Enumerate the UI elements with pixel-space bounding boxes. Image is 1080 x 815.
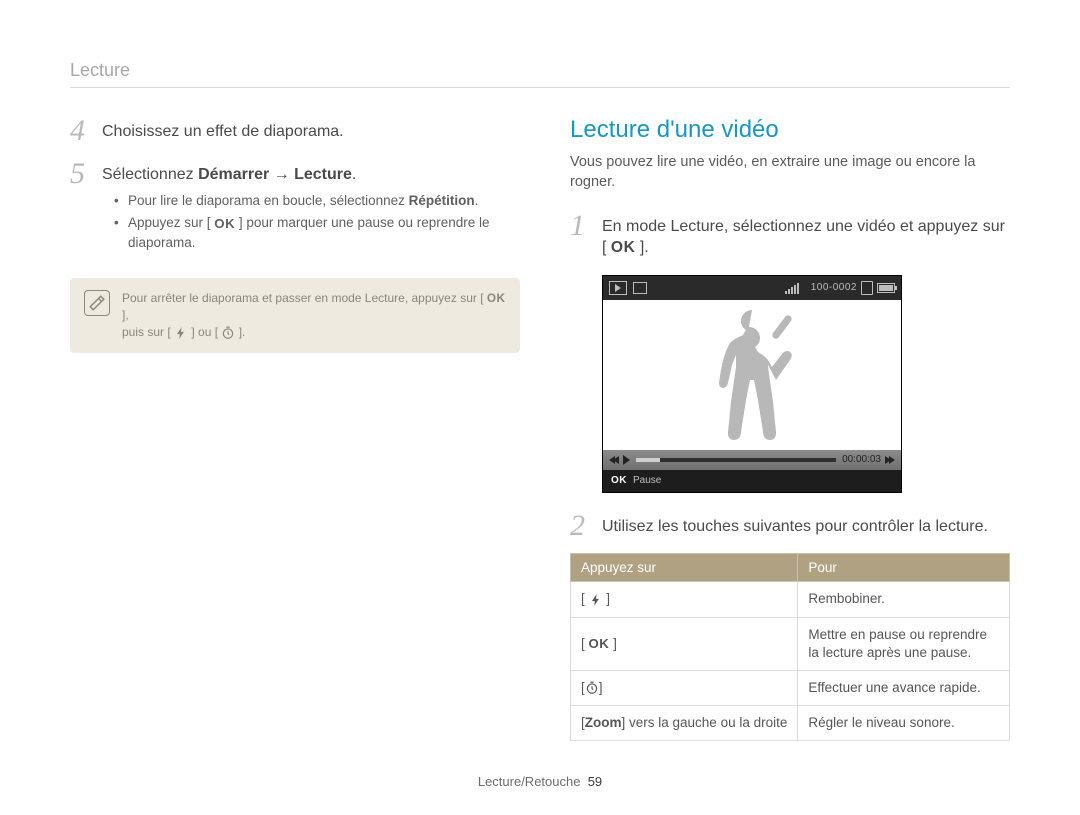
- table-row: [] Effectuer une avance rapide.: [571, 671, 1010, 706]
- step-2: 2 Utilisez les touches suivantes pour co…: [570, 511, 1010, 544]
- file-counter: 100-0002: [811, 282, 857, 293]
- key-flash: [ ]: [571, 582, 798, 617]
- table-row: [ ] Rembobiner.: [571, 582, 1010, 617]
- step-number: 2: [570, 511, 592, 544]
- page-number: 59: [588, 774, 602, 789]
- video-preview: 100-0002 00:00:03: [602, 275, 902, 493]
- ok-icon: OK: [487, 291, 506, 307]
- action-rewind: Rembobiner.: [798, 582, 1010, 617]
- video-status-bar: 100-0002: [603, 276, 901, 300]
- sd-card-icon: [861, 281, 873, 295]
- action-ffwd: Effectuer une avance rapide.: [798, 671, 1010, 706]
- action-volume: Régler le niveau sonore.: [798, 706, 1010, 741]
- battery-icon: [877, 283, 895, 293]
- controls-table: Appuyez sur Pour [ ] Rembobiner. [ OK ]: [570, 553, 1010, 741]
- action-pause: Mettre en pause ou reprendre la lecture …: [798, 617, 1010, 670]
- step-text: Choisissez un effet de diaporama.: [102, 121, 344, 143]
- step-5: 5 Sélectionnez Démarrer → Lecture. Pour …: [70, 159, 520, 255]
- play-icon: [623, 455, 630, 465]
- table-row: [Zoom] vers la gauche ou la droite Régle…: [571, 706, 1010, 741]
- table-header-key: Appuyez sur: [571, 554, 798, 582]
- person-silhouette-icon: [697, 305, 807, 450]
- play-mode-icon: [609, 281, 627, 295]
- ok-icon: OK: [214, 214, 235, 233]
- column-right: Lecture d'une vidéo Vous pouvez lire une…: [570, 116, 1010, 741]
- progress-bar: [636, 458, 836, 462]
- section-title: Lecture d'une vidéo: [570, 116, 1010, 144]
- signal-icon: [785, 282, 807, 294]
- header-rule: [70, 87, 1010, 88]
- footer-label: Pause: [633, 475, 661, 486]
- flash-icon: [589, 593, 603, 607]
- table-header-action: Pour: [798, 554, 1010, 582]
- note-box: Pour arrêter le diaporama et passer en m…: [70, 278, 520, 353]
- page-header: Lecture: [70, 60, 1010, 81]
- step-4: 4 Choisissez un effet de diaporama.: [70, 116, 520, 149]
- fast-forward-icon: [887, 456, 895, 464]
- ok-icon: OK: [611, 475, 627, 486]
- rewind-icon: [609, 456, 617, 464]
- flash-icon: [174, 326, 188, 340]
- video-controls: 00:00:03: [603, 450, 901, 470]
- bullet-pause: Appuyez sur [ OK ] pour marquer une paus…: [118, 213, 520, 253]
- video-body: [603, 300, 901, 450]
- step-number: 1: [570, 211, 592, 265]
- key-zoom: [Zoom] vers la gauche ou la droite: [571, 706, 798, 741]
- footer-section: Lecture/Retouche: [478, 774, 581, 789]
- note-text: Pour arrêter le diaporama et passer en m…: [122, 290, 506, 341]
- timer-icon: [585, 681, 599, 695]
- key-ok: [ OK ]: [571, 617, 798, 670]
- step-text: En mode Lecture, sélectionnez une vidéo …: [602, 216, 1010, 259]
- step-number: 5: [70, 159, 92, 255]
- film-icon: [633, 282, 647, 294]
- page-footer: Lecture/Retouche 59: [0, 774, 1080, 789]
- step-number: 4: [70, 116, 92, 149]
- section-intro: Vous pouvez lire une vidéo, en extraire …: [570, 152, 1010, 193]
- key-timer: []: [571, 671, 798, 706]
- timer-icon: [221, 326, 235, 340]
- timecode: 00:00:03: [842, 454, 881, 465]
- ok-icon: OK: [611, 237, 636, 258]
- step-text: Sélectionnez Démarrer → Lecture.: [102, 164, 520, 186]
- bullet-repetition: Pour lire le diaporama en boucle, sélect…: [118, 191, 520, 211]
- step-text: Utilisez les touches suivantes pour cont…: [602, 516, 988, 538]
- column-left: 4 Choisissez un effet de diaporama. 5 Sé…: [70, 116, 520, 741]
- pencil-note-icon: [84, 290, 110, 316]
- ok-icon: OK: [589, 636, 610, 651]
- video-footer: OK Pause: [603, 470, 901, 492]
- table-row: [ OK ] Mettre en pause ou reprendre la l…: [571, 617, 1010, 670]
- step-1: 1 En mode Lecture, sélectionnez une vidé…: [570, 211, 1010, 265]
